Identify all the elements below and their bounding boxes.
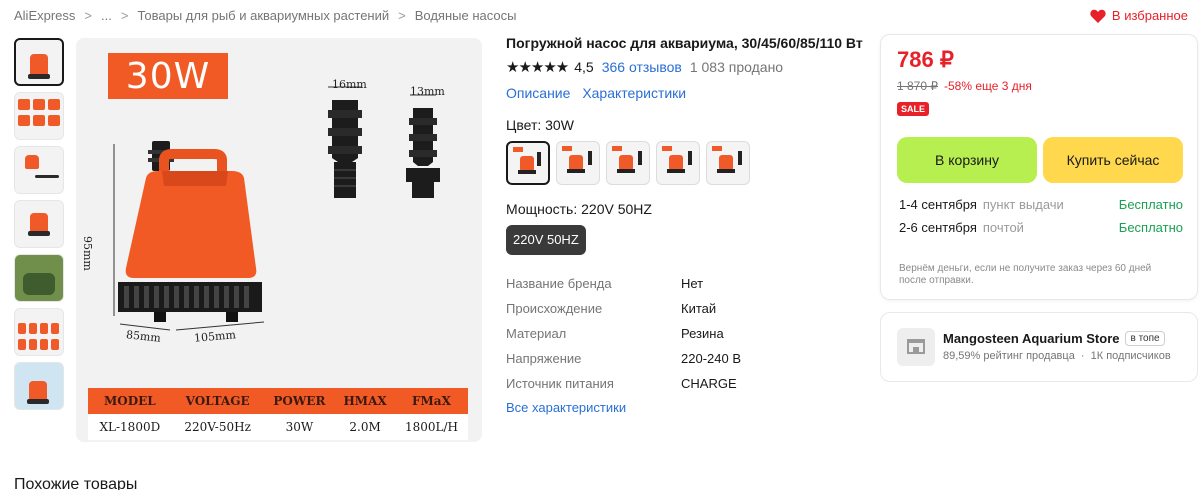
- spec-header-voltage: VOLTAGE: [171, 388, 264, 414]
- breadcrumb-ellipsis[interactable]: ...: [101, 8, 112, 23]
- sold-count: 1 083 продано: [689, 59, 784, 75]
- add-to-cart-button[interactable]: В корзину: [897, 137, 1037, 183]
- property-key: Название бренда: [506, 276, 612, 291]
- spec-header-power: POWER: [263, 388, 336, 414]
- property-row: Происхождение Китай: [506, 296, 866, 321]
- color-option-30w[interactable]: [506, 141, 550, 185]
- product-title: Погружной насос для аквариума, 30/45/60/…: [506, 35, 863, 51]
- shipping-dates: 1-4 сентября: [899, 197, 977, 212]
- thumbnail-3[interactable]: [14, 146, 64, 194]
- property-key: Материал: [506, 326, 567, 341]
- store-meta: 89,59% рейтинг продавца · 1К подписчиков: [943, 350, 1171, 362]
- product-info: Погружной насос для аквариума, 30/45/60/…: [506, 34, 866, 415]
- spec-cell-model: XL-1800D: [88, 414, 172, 440]
- color-options: [506, 141, 866, 185]
- spec-table-header-row: MODEL VOLTAGE POWER HMAX FMaX: [88, 388, 468, 414]
- color-option-110w[interactable]: [706, 141, 750, 185]
- star-rating-icon: ★★★★★: [506, 59, 569, 76]
- breadcrumb-aliexpress[interactable]: AliExpress: [14, 8, 75, 23]
- buy-box: 786 ₽ 1 870 ₽ -58% еще 3 дня SALE В корз…: [880, 34, 1198, 300]
- dim-16mm-label: 16mm: [332, 78, 367, 91]
- reviews-link[interactable]: 366 отзывов: [602, 59, 682, 75]
- spec-header-hmax: HMAX: [335, 388, 395, 414]
- shipping-method: пункт выдачи: [982, 197, 1064, 212]
- spec-header-model: MODEL: [88, 388, 172, 414]
- breadcrumb: AliExpress > ... > Товары для рыб и аква…: [14, 8, 516, 23]
- tab-characteristics[interactable]: Характеристики: [582, 85, 686, 101]
- top-store-badge: в топе: [1125, 331, 1165, 346]
- thumbnail-strip: [14, 38, 68, 416]
- refund-notice: Вернём деньги, если не получите заказ че…: [899, 263, 1152, 286]
- property-row: Напряжение 220-240 В: [506, 346, 866, 371]
- property-key: Напряжение: [506, 351, 582, 366]
- store-followers: 1К подписчиков: [1090, 350, 1171, 362]
- dim-13mm-label: 13mm: [410, 85, 445, 98]
- color-option-85w[interactable]: [656, 141, 700, 185]
- property-row: Источник питания CHARGE: [506, 371, 866, 396]
- color-option-60w[interactable]: [606, 141, 650, 185]
- similar-products-heading: Похожие товары: [14, 476, 138, 490]
- thumbnail-6[interactable]: [14, 308, 64, 356]
- property-value: 220-240 В: [681, 351, 741, 366]
- thumbnail-4[interactable]: [14, 200, 64, 248]
- shipping-price: Бесплатно: [1118, 220, 1183, 235]
- shipping-price: Бесплатно: [1118, 197, 1183, 212]
- favorite-button[interactable]: В избранное: [1090, 8, 1188, 23]
- thumbnail-2[interactable]: [14, 92, 64, 140]
- spec-cell-fmax: 1800L/H: [394, 414, 468, 440]
- shipping-method: почтой: [982, 220, 1024, 235]
- thumbnail-7[interactable]: [14, 362, 64, 410]
- chevron-right-icon: >: [398, 8, 406, 23]
- main-product-image[interactable]: 30W 16mm 13mm 95mm 85mm 105mm MODEL VOLT…: [76, 38, 482, 442]
- property-value: Резина: [681, 326, 724, 341]
- property-value: Нет: [681, 276, 704, 291]
- property-row: Материал Резина: [506, 321, 866, 346]
- thumbnail-5[interactable]: [14, 254, 64, 302]
- store-rating: 89,59% рейтинг продавца: [943, 350, 1075, 362]
- store-box[interactable]: Mangosteen Aquarium Store в топе 89,59% …: [880, 312, 1198, 382]
- properties-list: Название бренда Нет Происхождение Китай Ма…: [506, 271, 866, 396]
- property-key: Источник питания: [506, 376, 614, 391]
- property-value: CHARGE: [681, 376, 737, 391]
- spec-cell-power: 30W: [263, 414, 336, 440]
- store-logo-icon: [897, 328, 935, 366]
- property-value: Китай: [681, 301, 717, 316]
- old-price: 1 870 ₽: [897, 79, 938, 93]
- color-option-45w[interactable]: [556, 141, 600, 185]
- buy-now-button[interactable]: Купить сейчас: [1043, 137, 1183, 183]
- chevron-right-icon: >: [84, 8, 93, 23]
- color-label: Цвет: 30W: [506, 117, 574, 133]
- heart-icon: [1090, 9, 1106, 23]
- tab-description[interactable]: Описание: [506, 85, 570, 101]
- sale-badge: SALE: [897, 102, 930, 116]
- rating-value: 4,5: [574, 59, 594, 75]
- spec-cell-hmax: 2.0M: [335, 414, 395, 440]
- store-name[interactable]: Mangosteen Aquarium Store: [943, 331, 1119, 346]
- property-key: Происхождение: [506, 301, 603, 316]
- power-option-220v[interactable]: 220V 50HZ: [506, 225, 586, 255]
- store-meta-dot: ·: [1080, 350, 1085, 362]
- thumbnail-1[interactable]: [14, 38, 64, 86]
- shipping-dates: 2-6 сентября: [899, 220, 977, 235]
- power-label: Мощность: 220V 50HZ: [506, 201, 652, 217]
- old-price-row: 1 870 ₽ -58% еще 3 дня: [897, 79, 1032, 93]
- chevron-right-icon: >: [120, 8, 129, 23]
- discount-label: -58% еще 3 дня: [944, 79, 1032, 93]
- store-name-row: Mangosteen Aquarium Store в топе: [943, 331, 1165, 346]
- property-row: Название бренда Нет: [506, 271, 866, 296]
- shipping-option[interactable]: 2-6 сентября почтой Бесплатно: [899, 220, 1183, 235]
- breadcrumb-water-pumps[interactable]: Водяные насосы: [415, 8, 517, 23]
- spec-cell-voltage: 220V-50Hz: [171, 414, 264, 440]
- spec-header-fmax: FMaX: [394, 388, 468, 414]
- favorite-label: В избранное: [1111, 8, 1188, 23]
- image-spec-table: MODEL VOLTAGE POWER HMAX FMaX XL-1800D 2…: [88, 388, 468, 440]
- rating-row: ★★★★★ 4,5 366 отзывов 1 083 продано: [506, 57, 866, 77]
- spec-table-row: XL-1800D 220V-50Hz 30W 2.0M 1800L/H: [88, 414, 468, 440]
- shipping-option[interactable]: 1-4 сентября пункт выдачи Бесплатно: [899, 197, 1183, 212]
- all-characteristics-link[interactable]: Все характеристики: [506, 400, 866, 415]
- breadcrumb-fish-products[interactable]: Товары для рыб и аквариумных растений: [137, 8, 389, 23]
- product-tabs: Описание Характеристики: [506, 85, 866, 101]
- dim-95mm-label: 95mm: [81, 236, 94, 271]
- current-price: 786 ₽: [897, 47, 954, 72]
